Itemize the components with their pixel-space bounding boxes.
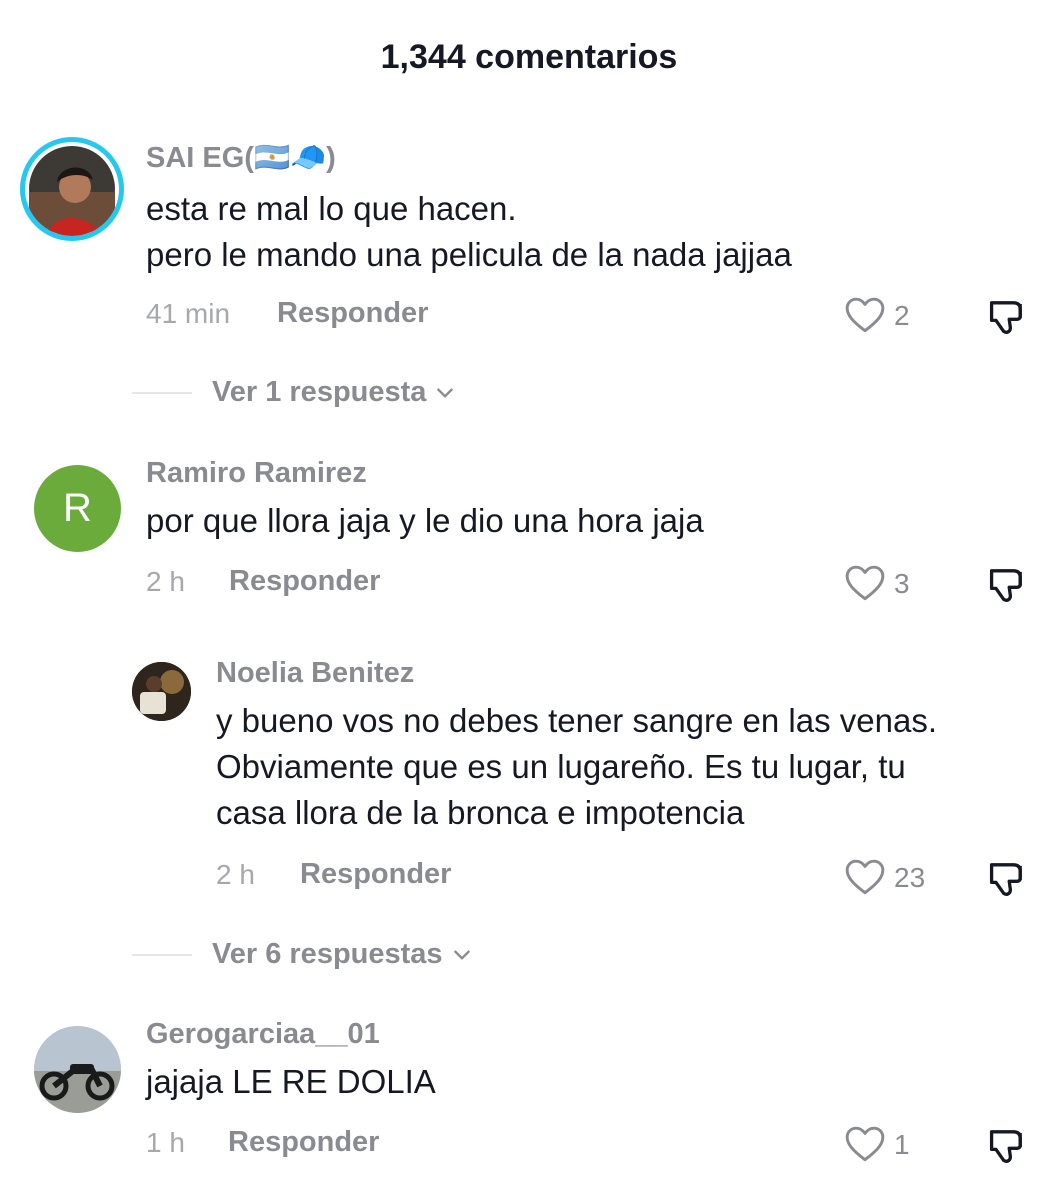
comment-text-line: jajaja LE RE DOLIA [146, 1063, 436, 1100]
divider-line [132, 953, 192, 956]
comment-username[interactable]: SAI EG(🇦🇷🧢) [146, 141, 336, 175]
avatar[interactable] [20, 137, 124, 241]
comment-text: y bueno vos no debes tener sangre en las… [216, 698, 937, 836]
like-button[interactable]: 1 [844, 1124, 910, 1166]
reply-button[interactable]: Responder [300, 858, 451, 891]
avatar[interactable]: R [34, 465, 121, 552]
heart-icon [844, 295, 886, 337]
comment-time: 2 h [146, 566, 185, 597]
comment-username[interactable]: Gerogarciaa__01 [146, 1018, 380, 1051]
like-count: 3 [894, 568, 910, 599]
chevron-down-icon [451, 944, 473, 966]
comment-text-line: Obviamente que es un lugareño. Es tu lug… [216, 748, 906, 785]
avatar[interactable] [132, 662, 191, 721]
reply-button[interactable]: Responder [229, 565, 380, 598]
thumbs-down-icon [985, 294, 1029, 338]
comment-text: por que llora jaja y le dio una hora jaj… [146, 498, 704, 544]
view-replies-label: Ver 6 respuestas [212, 938, 443, 970]
avatar[interactable] [34, 1026, 121, 1113]
thumbs-down-icon [985, 562, 1029, 606]
dislike-button[interactable] [985, 562, 1029, 611]
like-button[interactable]: 3 [844, 563, 910, 605]
dislike-button[interactable] [985, 1123, 1029, 1172]
comment-text: jajaja LE RE DOLIA [146, 1059, 436, 1105]
view-replies-label: Ver 1 respuesta [212, 376, 427, 408]
comment-username[interactable]: Ramiro Ramirez [146, 457, 367, 490]
comment-text: esta re mal lo que hacen. pero le mando … [146, 186, 792, 278]
comment-text-line: y bueno vos no debes tener sangre en las… [216, 702, 937, 739]
dislike-button[interactable] [985, 294, 1029, 343]
view-replies-button[interactable]: Ver 6 respuestas [132, 938, 473, 971]
view-replies-button[interactable]: Ver 1 respuesta [132, 376, 456, 409]
like-button[interactable]: 23 [844, 857, 925, 899]
like-count: 1 [894, 1129, 910, 1160]
reply-button[interactable]: Responder [277, 297, 428, 330]
like-count: 23 [894, 862, 926, 893]
comment-text-line: esta re mal lo que hacen. [146, 190, 517, 227]
comments-count-title: 1,344 comentarios [380, 38, 678, 76]
thumbs-down-icon [985, 856, 1029, 900]
thumbs-down-icon [985, 1123, 1029, 1167]
dislike-button[interactable] [985, 856, 1029, 905]
comment-text-line: por que llora jaja y le dio una hora jaj… [146, 502, 704, 539]
divider-line [132, 391, 192, 394]
comment-time: 1 h [146, 1127, 185, 1158]
heart-icon [844, 857, 886, 899]
comment-text-line: casa llora de la bronca e impotencia [216, 794, 745, 831]
heart-icon [844, 1124, 886, 1166]
reply-button[interactable]: Responder [228, 1126, 379, 1159]
avatar-letter: R [63, 486, 92, 530]
like-count: 2 [894, 300, 910, 331]
like-button[interactable]: 2 [844, 295, 910, 337]
comment-time: 41 min [146, 298, 231, 329]
chevron-down-icon [434, 382, 456, 404]
comment-username[interactable]: Noelia Benitez [216, 657, 414, 690]
heart-icon [844, 563, 886, 605]
comment-time: 2 h [216, 859, 255, 890]
comment-text-line: pero le mando una pelicula de la nada ja… [146, 236, 792, 273]
